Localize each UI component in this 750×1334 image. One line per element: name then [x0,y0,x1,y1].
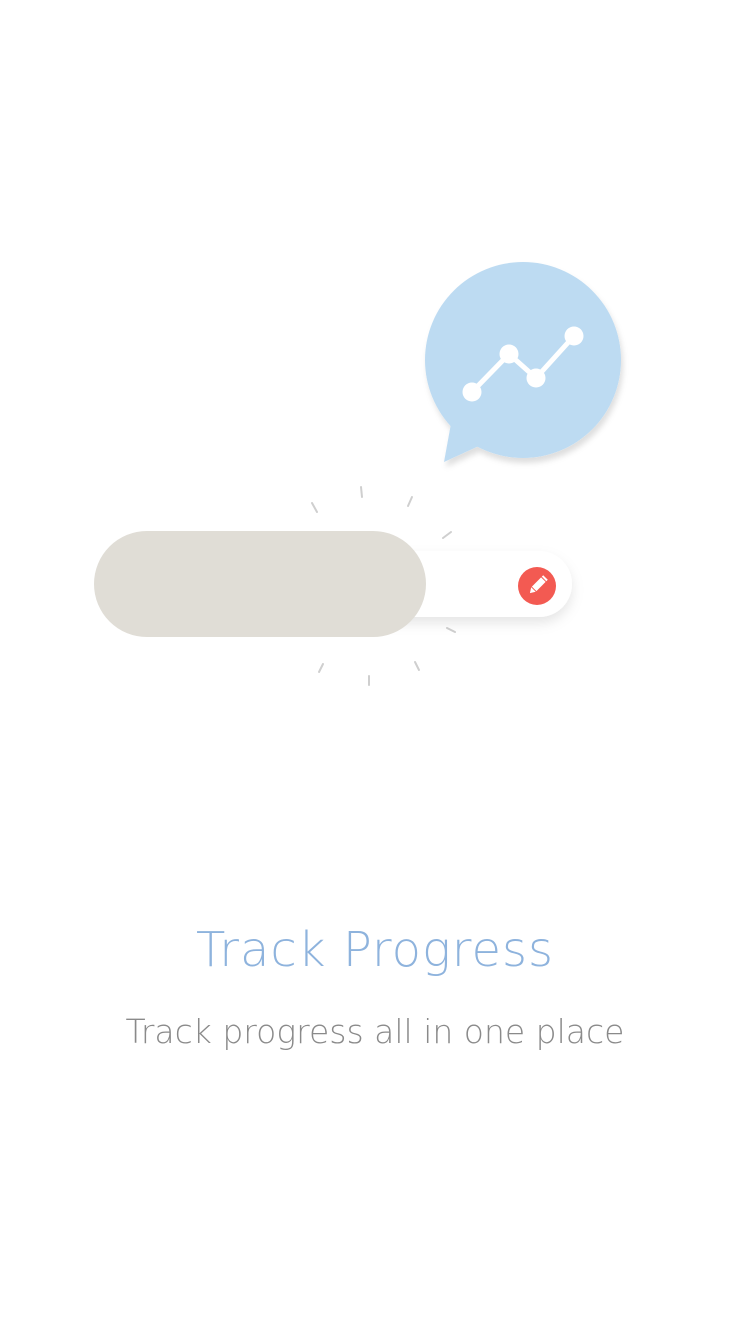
onboarding-screen: Track Progress Track progress all in one… [0,0,750,1334]
toggle-knob[interactable] [94,531,426,637]
page-subtitle: Track progress all in one place [125,1012,625,1051]
illustration [0,0,750,760]
edit-button[interactable] [518,567,556,605]
page-title: Track Progress [195,922,555,978]
chart-bubble [425,262,621,462]
